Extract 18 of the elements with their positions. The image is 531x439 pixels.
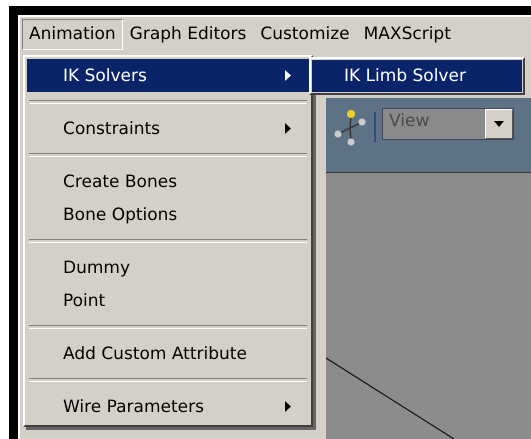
submenu-arrow-icon [285,70,291,81]
menu-item[interactable]: Create Bones [27,165,309,198]
axis-tripod-icon[interactable] [334,108,368,148]
menu-bar-item[interactable]: Animation [22,18,123,50]
menu-item[interactable]: Wire Parameters [27,390,309,423]
menu-item[interactable]: Constraints [27,112,309,145]
submenu-arrow-icon [285,123,291,134]
menu-item[interactable]: Add Custom Attribute [27,337,309,370]
menu-bar-item[interactable]: Customize [253,18,357,50]
menu-item[interactable]: Dummy [27,251,309,284]
submenu-arrow-icon [285,401,291,412]
menu-item[interactable]: IK Solvers [27,59,309,92]
dropdown-arrow-icon [494,121,504,127]
menu-item[interactable]: Bone Options [27,198,309,231]
menu-bar-item[interactable]: Graph Editors [122,18,254,50]
menu-item[interactable]: IK Limb Solver [312,60,522,92]
menu-item[interactable]: Point [27,284,309,317]
menu-bar-item[interactable]: MAXScript [356,18,458,50]
